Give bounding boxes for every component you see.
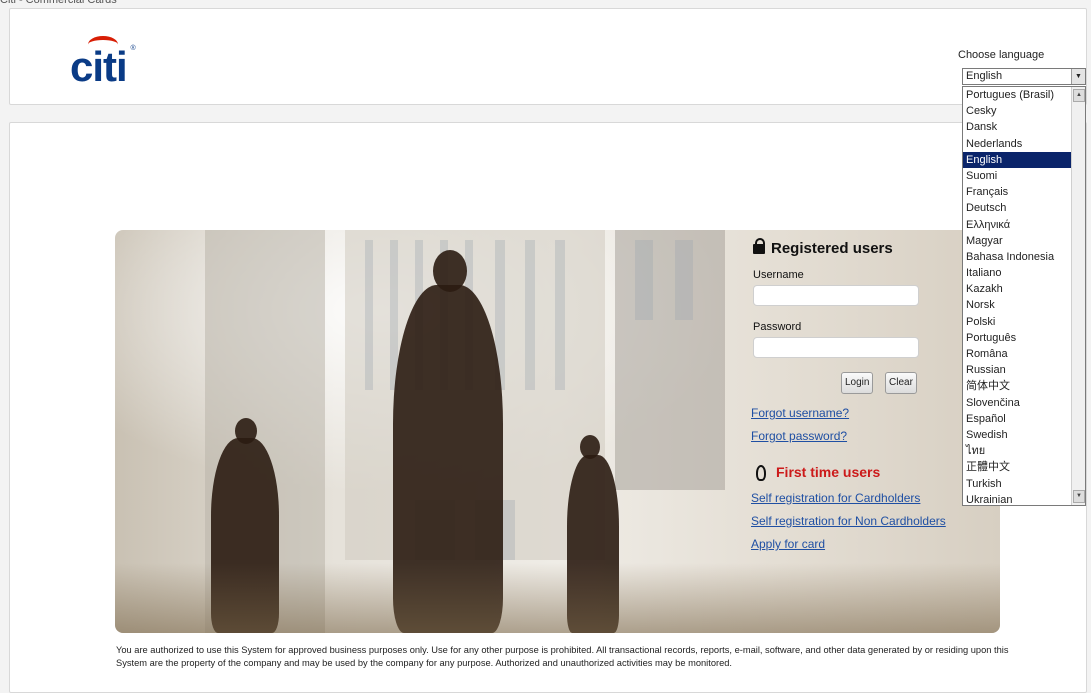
language-dropdown-list[interactable]: Portugues (Brasil) Cesky Dansk Nederlands En…	[962, 86, 1086, 506]
language-option[interactable]: Bahasa Indonesia	[963, 249, 1073, 265]
username-input[interactable]	[753, 285, 919, 306]
forgot-username-link[interactable]: Forgot username?	[751, 406, 849, 420]
language-option[interactable]: ไทย	[963, 443, 1073, 459]
apply-for-card-link[interactable]: Apply for card	[751, 537, 825, 551]
language-option[interactable]: Dansk	[963, 119, 1073, 135]
browser-tab-title: Citi - Commercial Cards	[0, 0, 117, 6]
language-option[interactable]: Ukrainian	[963, 492, 1073, 508]
self-registration-cardholders-link[interactable]: Self registration for Cardholders	[751, 491, 920, 505]
login-button[interactable]: Login	[841, 372, 874, 394]
language-option[interactable]: Español	[963, 411, 1073, 427]
language-option[interactable]: Turkish	[963, 476, 1073, 492]
language-option[interactable]: Ελληνικά	[963, 217, 1073, 233]
language-option[interactable]: Magyar	[963, 233, 1073, 249]
scroll-up-icon[interactable]: ▲	[1073, 89, 1085, 102]
citi-logo: citi ®	[70, 36, 136, 91]
language-option[interactable]: Cesky	[963, 103, 1073, 119]
logo-arc-icon	[88, 36, 118, 53]
language-option[interactable]: Polski	[963, 314, 1073, 330]
language-option[interactable]: Deutsch	[963, 200, 1073, 216]
lock-icon	[753, 238, 765, 254]
self-registration-non-cardholders-link[interactable]: Self registration for Non Cardholders	[751, 514, 946, 528]
language-option[interactable]: Suomi	[963, 168, 1073, 184]
dropdown-scrollbar[interactable]: ▲ ▼	[1071, 87, 1085, 505]
dropdown-arrow-icon[interactable]: ▼	[1071, 69, 1085, 84]
language-option[interactable]: Kazakh	[963, 281, 1073, 297]
password-label: Password	[753, 321, 802, 333]
first-time-users-title: First time users	[776, 464, 881, 480]
language-option[interactable]: Português	[963, 330, 1073, 346]
language-option[interactable]: Français	[963, 184, 1073, 200]
language-option[interactable]: 正體中文	[963, 459, 1073, 475]
language-option[interactable]: Italiano	[963, 265, 1073, 281]
registered-users-title: Registered users	[771, 240, 893, 257]
language-label: Choose language	[958, 49, 1045, 61]
language-option[interactable]: Româna	[963, 346, 1073, 362]
language-select[interactable]: English ▼	[962, 68, 1086, 85]
header-panel: citi ®	[9, 8, 1087, 105]
forgot-password-link[interactable]: Forgot password?	[751, 429, 847, 443]
clear-button[interactable]: Clear	[885, 372, 917, 394]
disclaimer-text: You are authorized to use this System fo…	[116, 645, 1009, 668]
scroll-down-icon[interactable]: ▼	[1073, 490, 1085, 503]
password-input[interactable]	[753, 337, 919, 358]
language-option[interactable]: Nederlands	[963, 136, 1073, 152]
language-option[interactable]: Norsk	[963, 297, 1073, 313]
language-option[interactable]: 简体中文	[963, 378, 1073, 394]
registered-mark-icon: ®	[130, 45, 136, 52]
language-option[interactable]: Portugues (Brasil)	[963, 87, 1073, 103]
language-option[interactable]: Swedish	[963, 427, 1073, 443]
language-selected-value: English	[966, 70, 1003, 82]
language-option[interactable]: English	[963, 151, 1073, 168]
pen-icon	[756, 465, 766, 481]
username-label: Username	[753, 269, 804, 281]
language-option[interactable]: Slovenčina	[963, 395, 1073, 411]
language-option[interactable]: Russian	[963, 362, 1073, 378]
